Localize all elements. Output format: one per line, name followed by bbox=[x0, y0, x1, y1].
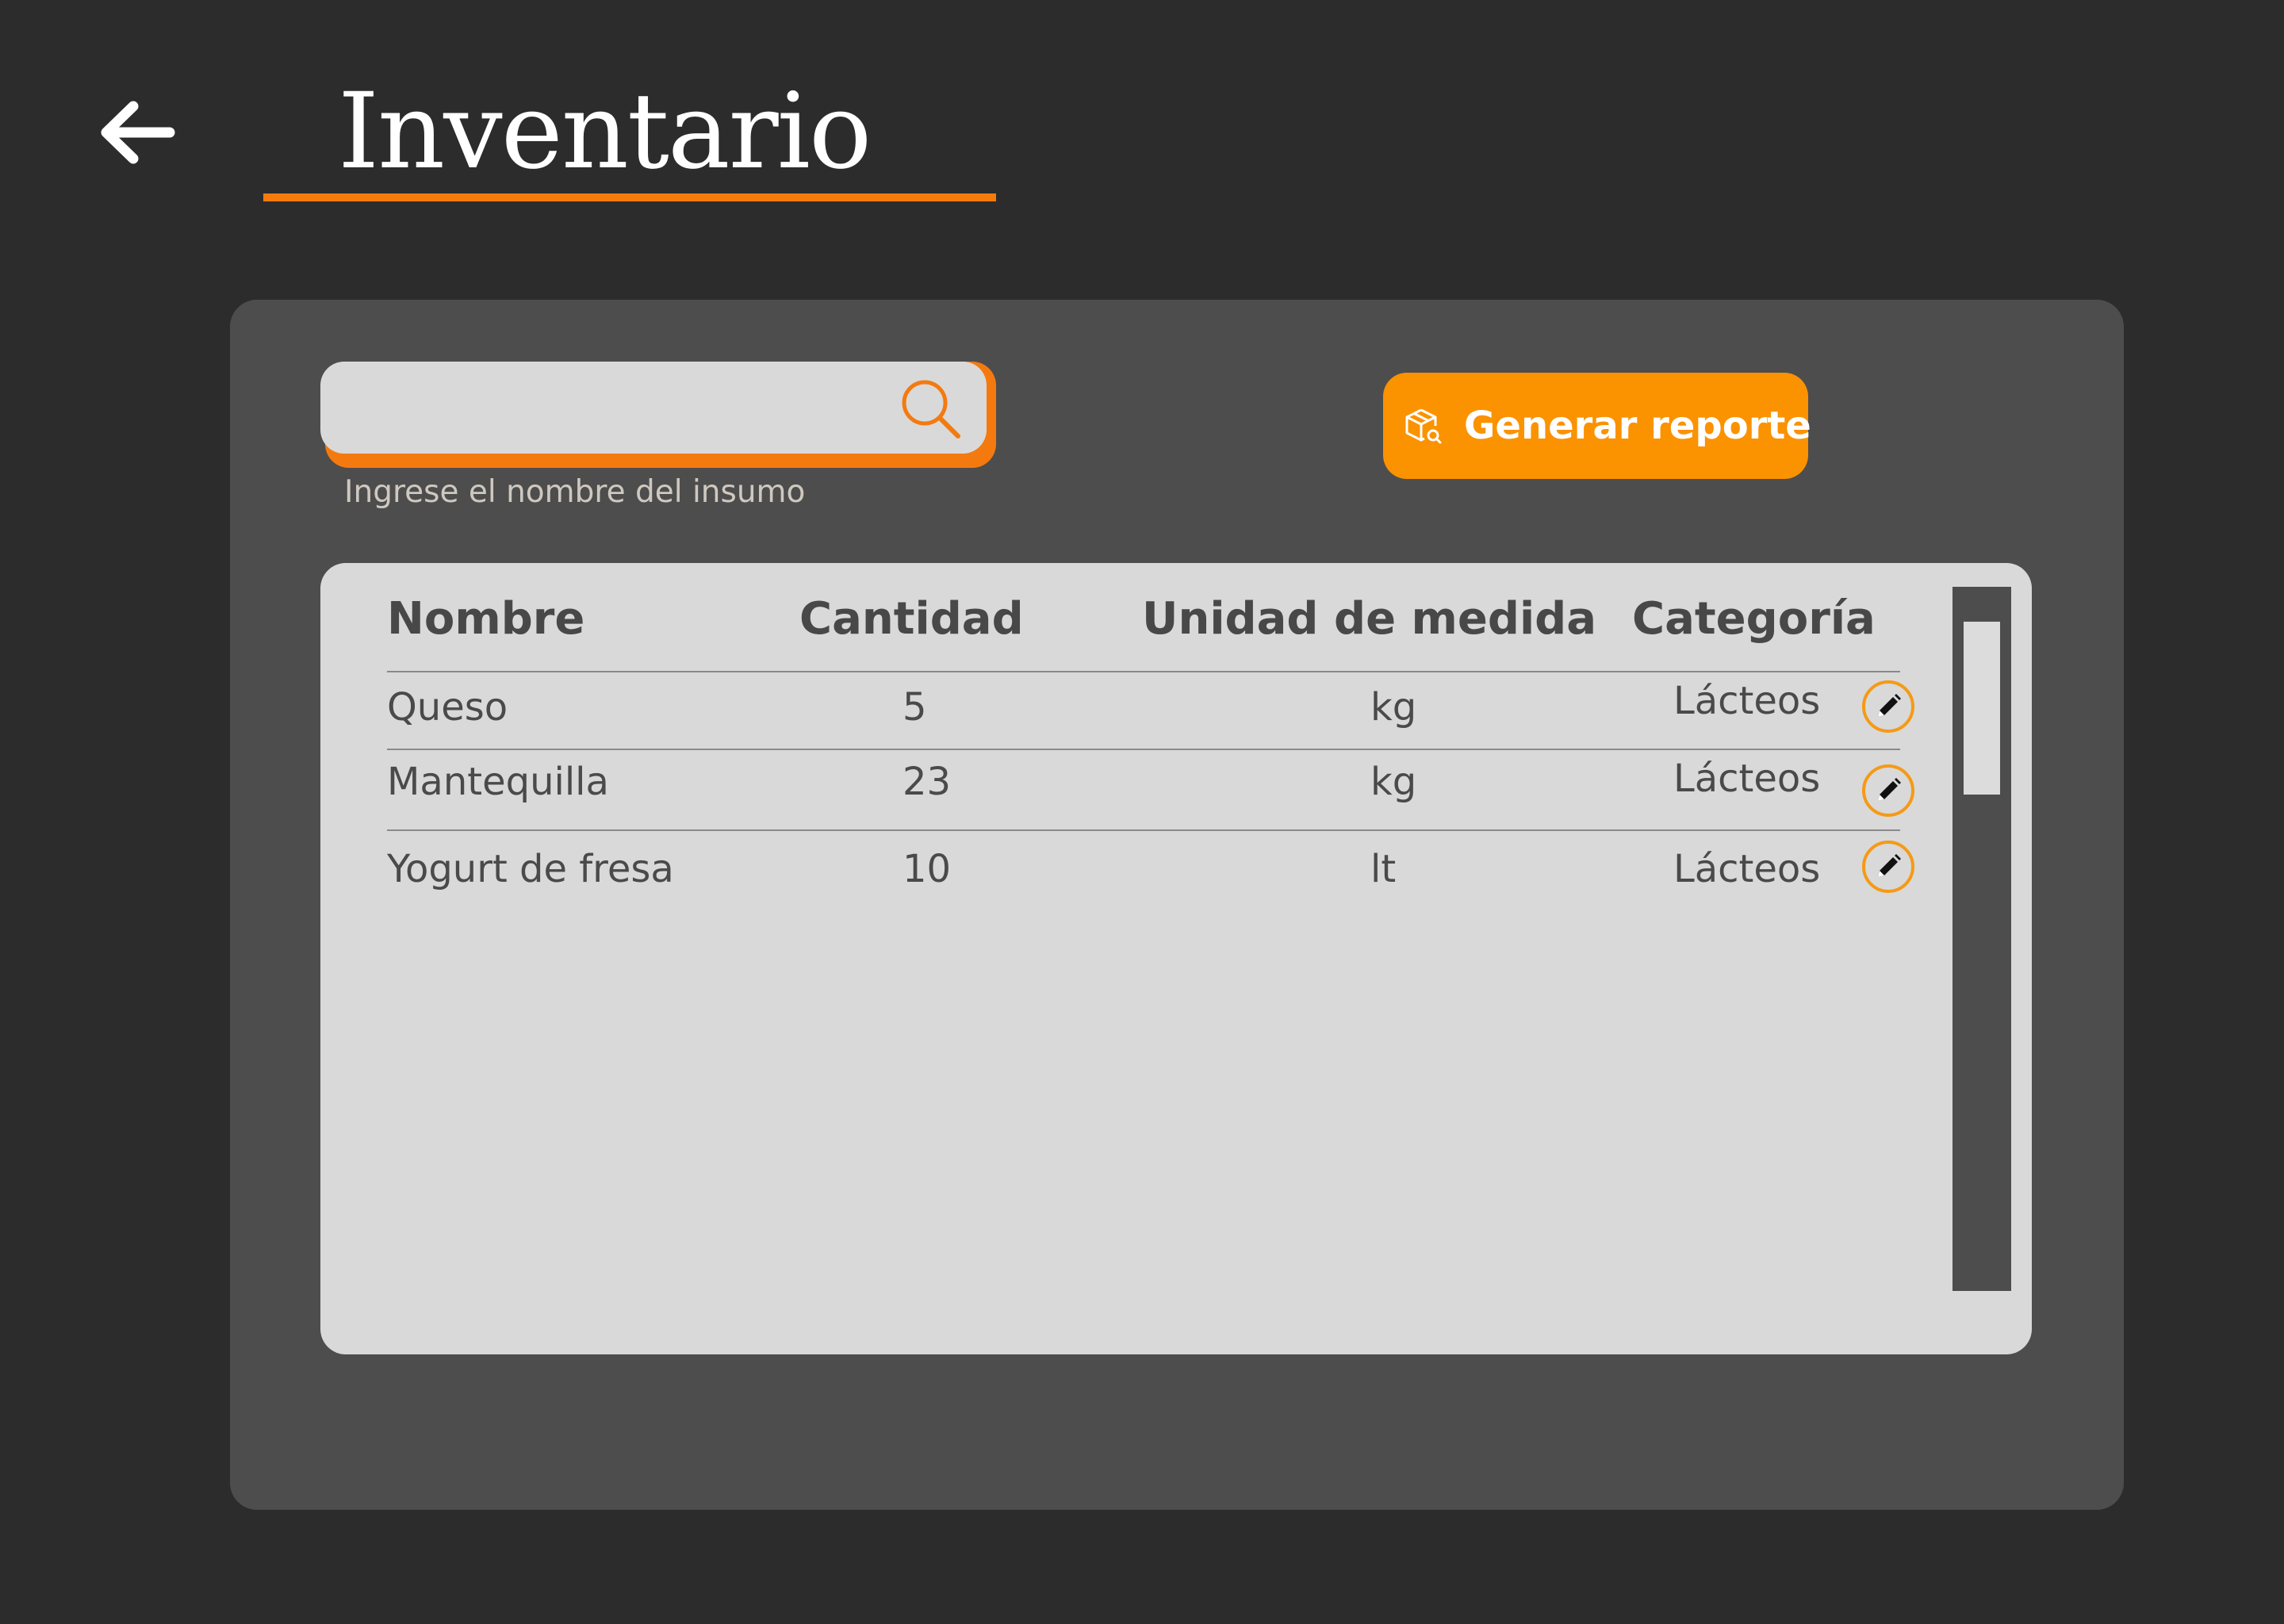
cell-nombre: Mantequilla bbox=[387, 760, 609, 804]
cell-nombre: Yogurt de fresa bbox=[387, 847, 674, 891]
cell-categoria: Lácteos bbox=[1673, 679, 1821, 723]
header-divider bbox=[387, 671, 1900, 672]
search-icon[interactable] bbox=[896, 374, 963, 441]
page-title: Inventario bbox=[338, 71, 872, 193]
column-header-categoria[interactable]: Categoría bbox=[1632, 593, 1876, 645]
column-header-nombre[interactable]: Nombre bbox=[387, 593, 584, 645]
cell-nombre: Queso bbox=[387, 685, 508, 730]
pencil-icon bbox=[1878, 778, 1901, 801]
row-divider bbox=[387, 749, 1900, 750]
cell-cantidad: 5 bbox=[902, 685, 927, 730]
cell-categoria: Lácteos bbox=[1673, 847, 1821, 891]
generate-report-button[interactable]: Generar reporte bbox=[1383, 373, 1811, 479]
edit-row-button[interactable] bbox=[1862, 841, 1914, 893]
scrollbar-thumb[interactable] bbox=[1964, 622, 2000, 795]
edit-row-button[interactable] bbox=[1862, 680, 1914, 733]
search-hint: Ingrese el nombre del insumo bbox=[344, 474, 806, 510]
cell-cantidad: 23 bbox=[902, 760, 952, 804]
cell-unidad: kg bbox=[1370, 685, 1417, 730]
cell-unidad: kg bbox=[1370, 760, 1417, 804]
cell-cantidad: 10 bbox=[902, 847, 952, 891]
pencil-icon bbox=[1878, 854, 1901, 877]
edit-row-button[interactable] bbox=[1862, 764, 1914, 817]
column-header-cantidad[interactable]: Cantidad bbox=[799, 593, 1024, 645]
cell-unidad: lt bbox=[1370, 847, 1397, 891]
column-header-unidad[interactable]: Unidad de medida bbox=[1142, 593, 1596, 645]
search-box bbox=[320, 362, 987, 455]
row-divider bbox=[387, 829, 1900, 831]
back-button[interactable] bbox=[92, 89, 179, 176]
generate-report-label: Generar reporte bbox=[1464, 404, 1811, 448]
pencil-icon bbox=[1878, 694, 1901, 717]
package-search-icon bbox=[1402, 405, 1443, 446]
inventory-table: Nombre Cantidad Unidad de medida Categor… bbox=[320, 563, 2032, 1354]
search-input[interactable] bbox=[344, 362, 887, 455]
arrow-left-icon bbox=[92, 89, 179, 176]
title-underline bbox=[263, 193, 996, 201]
cell-categoria: Lácteos bbox=[1673, 756, 1821, 801]
